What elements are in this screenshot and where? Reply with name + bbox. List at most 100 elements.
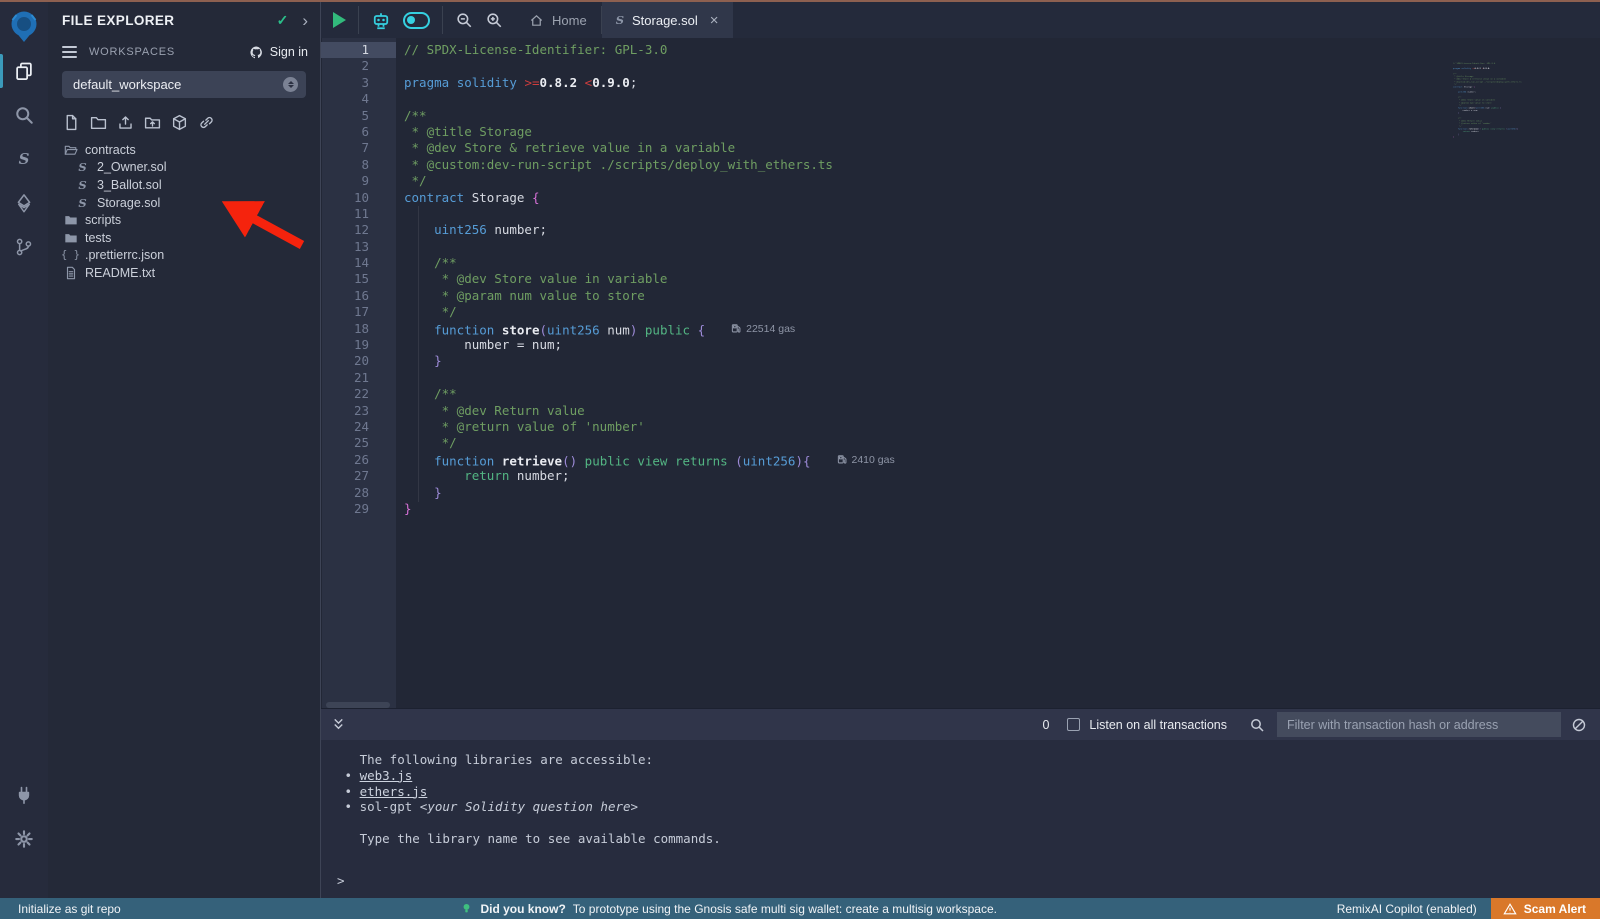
editor-minimap[interactable]: // SPDX-License-Identifier: GPL-3.0pragm…	[1453, 62, 1549, 146]
search-icon	[14, 105, 34, 125]
tree-item-scripts[interactable]: scripts	[48, 211, 320, 229]
line-number: 12	[321, 222, 396, 238]
rail-item-git[interactable]	[0, 234, 48, 260]
terminal-line	[337, 815, 1600, 831]
tree-item--prettierrc-json[interactable]: { }.prettierrc.json	[48, 247, 320, 265]
rail-item-search[interactable]	[0, 102, 48, 128]
copilot-toggle[interactable]	[403, 12, 430, 29]
rail-item-deploy-and-run[interactable]	[0, 190, 48, 216]
tab-home[interactable]: Home	[515, 2, 601, 38]
new-file-icon[interactable]	[63, 114, 80, 131]
upload-file-icon[interactable]	[117, 114, 134, 131]
code-line-5: 5/**	[321, 108, 895, 124]
tree-item-3-ballot-sol[interactable]: S3_Ballot.sol	[48, 176, 320, 194]
terminal-line: Type the library name to see available c…	[337, 831, 1600, 847]
solidity-file-icon: S	[75, 195, 90, 210]
line-number: 27	[321, 468, 396, 484]
sign-in-label: Sign in	[270, 45, 308, 59]
line-number: 5	[321, 108, 396, 124]
terminal-prompt: >	[337, 873, 1600, 889]
code-line-18: 18 function store(uint256 num) public {2…	[321, 321, 895, 337]
terminal-header: 0 Listen on all transactions	[321, 708, 1600, 740]
search-icon[interactable]	[1249, 717, 1265, 733]
workspace-select[interactable]: default_workspace	[62, 71, 306, 98]
folder-icon	[63, 213, 78, 228]
tree-item-readme-txt[interactable]: README.txt	[48, 264, 320, 282]
warning-triangle-icon	[1503, 902, 1517, 916]
file-text-icon	[63, 265, 78, 280]
upload-folder-icon[interactable]	[144, 114, 161, 131]
tree-item-contracts[interactable]: contracts	[48, 141, 320, 159]
line-number: 4	[321, 91, 396, 107]
tree-item-label: tests	[85, 231, 111, 245]
remix-logo-icon[interactable]	[6, 8, 42, 44]
copilot-robot-icon[interactable]	[371, 10, 391, 30]
chevron-right-icon[interactable]: ›	[302, 16, 308, 26]
code-line-12: 12 uint256 number;	[321, 222, 895, 238]
link-icon[interactable]	[198, 114, 215, 131]
file-explorer-panel: FILE EXPLORER ✓ › WORKSPACES Sign in def…	[48, 2, 320, 898]
ethereum-icon	[14, 193, 34, 213]
terminal-output: The following libraries are accessible: …	[321, 740, 1600, 898]
init-git-repo-button[interactable]: Initialize as git repo	[18, 902, 121, 916]
scam-alert-button[interactable]: Scam Alert	[1491, 898, 1600, 919]
pages-icon	[14, 61, 34, 81]
line-number: 1	[321, 42, 396, 58]
tree-item-2-owner-sol[interactable]: S2_Owner.sol	[48, 159, 320, 177]
line-number: 26	[321, 452, 396, 468]
copilot-status[interactable]: RemixAI Copilot (enabled)	[1337, 902, 1477, 916]
double-chevron-down-icon[interactable]	[331, 717, 346, 732]
tip-prefix: Did you know?	[480, 902, 565, 916]
code-line-22: 22 /**	[321, 386, 895, 402]
code-line-29: 29}	[321, 501, 895, 517]
tree-item-label: contracts	[85, 143, 136, 157]
rail-item-solidity-compiler[interactable]: S	[0, 146, 48, 172]
workspace-menu-icon[interactable]	[62, 43, 77, 61]
plug-icon	[14, 785, 34, 805]
close-tab-icon[interactable]: ×	[710, 12, 719, 29]
library-link[interactable]: web3.js	[360, 768, 413, 783]
sign-in-button[interactable]: Sign in	[249, 45, 308, 60]
panel-title: FILE EXPLORER	[62, 13, 277, 28]
line-number: 29	[321, 501, 396, 517]
tree-item-tests[interactable]: tests	[48, 229, 320, 247]
git-branch-icon	[14, 237, 34, 257]
code-line-14: 14 /**	[321, 255, 895, 271]
library-link[interactable]: ethers.js	[360, 784, 428, 799]
rail-item-plugin-manager[interactable]	[0, 782, 48, 808]
zoom-in-icon[interactable]	[485, 11, 503, 29]
line-number: 22	[321, 386, 396, 402]
json-file-icon: { }	[63, 248, 78, 263]
terminal-line: • sol-gpt <your Solidity question here>	[337, 799, 1600, 815]
listen-transactions-checkbox[interactable]	[1067, 718, 1080, 731]
tab-storage-sol[interactable]: S Storage.sol ×	[602, 2, 733, 38]
tree-item-storage-sol[interactable]: SStorage.sol	[48, 194, 320, 212]
file-tree: contracts S2_Owner.solS3_Ballot.solSStora…	[48, 141, 320, 282]
check-icon: ✓	[277, 12, 289, 29]
rail-item-settings[interactable]	[0, 826, 48, 852]
line-number: 16	[321, 288, 396, 304]
new-folder-icon[interactable]	[90, 114, 107, 131]
code-line-6: 6 * @title Storage	[321, 124, 895, 140]
github-icon	[249, 45, 264, 60]
transaction-filter-input[interactable]	[1277, 712, 1561, 737]
code-line-4: 4	[321, 91, 895, 107]
lightbulb-icon	[460, 902, 473, 915]
line-number: 13	[321, 239, 396, 255]
code-line-8: 8 * @custom:dev-run-script ./scripts/dep…	[321, 157, 895, 173]
code-line-20: 20 }	[321, 353, 895, 369]
code-line-24: 24 * @return value of 'number'	[321, 419, 895, 435]
cube-icon[interactable]	[171, 114, 188, 131]
zoom-out-icon[interactable]	[455, 11, 473, 29]
ban-icon[interactable]	[1571, 717, 1587, 733]
code-line-25: 25 */	[321, 435, 895, 451]
file-actions-toolbar	[48, 108, 320, 137]
line-number: 7	[321, 140, 396, 156]
rail-item-file-explorer[interactable]	[0, 58, 48, 84]
run-script-button[interactable]	[333, 12, 346, 28]
code-line-28: 28 }	[321, 485, 895, 501]
code-line-9: 9 */	[321, 173, 895, 189]
line-number: 11	[321, 206, 396, 222]
code-editor[interactable]: 1// SPDX-License-Identifier: GPL-3.023pr…	[321, 38, 1600, 708]
line-number: 20	[321, 353, 396, 369]
